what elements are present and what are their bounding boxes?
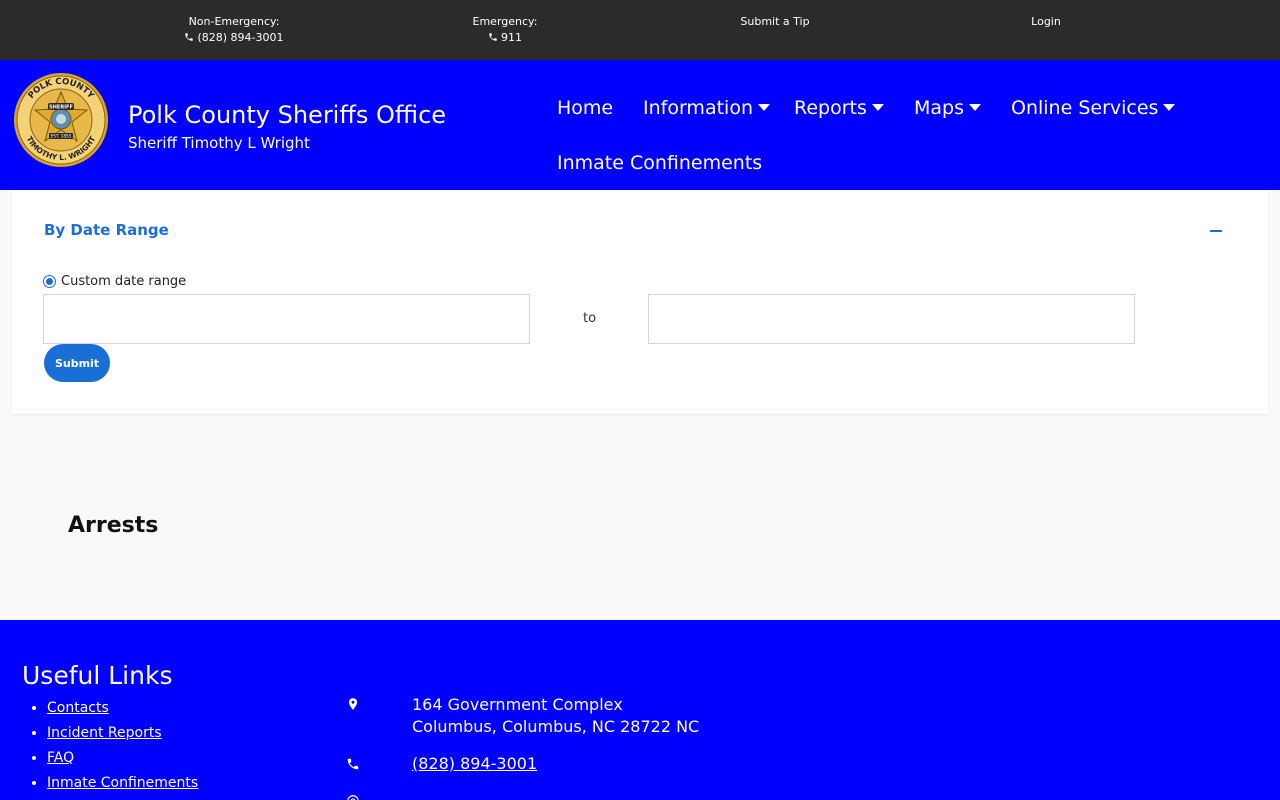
- footer-link-incident-reports[interactable]: Incident Reports: [47, 725, 162, 741]
- nav-online-services[interactable]: Online Services: [1011, 96, 1176, 120]
- site-header: SHERIFF EST. 1855 POLK COUNTY TIMOTHY L.…: [0, 60, 1280, 190]
- caret-down-icon: [1163, 104, 1176, 111]
- nav-reports-label: Reports: [794, 97, 867, 119]
- footer-link-contacts[interactable]: Contacts: [47, 700, 109, 716]
- phone-icon: [489, 33, 497, 41]
- svg-text:EST. 1855: EST. 1855: [51, 134, 72, 139]
- nav-online-services-label: Online Services: [1011, 97, 1159, 119]
- footer-phone-link[interactable]: (828) 894-3001: [412, 753, 537, 775]
- nav-information-label: Information: [643, 97, 753, 119]
- caret-down-icon: [871, 104, 884, 111]
- list-item: Inmate Confinements: [47, 771, 198, 796]
- to-label: to: [583, 311, 597, 326]
- custom-date-range-option[interactable]: Custom date range: [43, 274, 186, 289]
- phone-icon: [185, 33, 194, 41]
- submit-tip-link[interactable]: Submit a Tip: [685, 14, 865, 30]
- nav-reports[interactable]: Reports: [794, 96, 884, 120]
- custom-date-range-label: Custom date range: [61, 274, 187, 289]
- login-link[interactable]: Login: [956, 14, 1136, 30]
- list-item: Contacts: [47, 696, 198, 721]
- site-footer: Useful Links Contacts Incident Reports F…: [0, 620, 1280, 800]
- caret-down-icon: [969, 104, 981, 111]
- site-subtitle: Sheriff Timothy L Wright: [128, 134, 310, 152]
- useful-links-list: Contacts Incident Reports FAQ Inmate Con…: [47, 696, 198, 796]
- useful-links-heading: Useful Links: [22, 661, 173, 690]
- nav-information[interactable]: Information: [643, 96, 770, 120]
- footer-address: 164 Government Complex Columbus, Columbu…: [412, 694, 699, 738]
- nav-maps-label: Maps: [914, 97, 964, 119]
- collapse-minus-icon[interactable]: [1210, 230, 1222, 232]
- custom-date-range-radio[interactable]: [43, 275, 56, 288]
- emergency-phone: 911: [501, 31, 522, 44]
- emergency-label: Emergency:: [472, 15, 538, 28]
- list-item: Incident Reports: [47, 721, 198, 746]
- site-title[interactable]: Polk County Sheriffs Office: [128, 100, 446, 130]
- list-item: FAQ: [47, 746, 198, 771]
- address-line-1: 164 Government Complex: [412, 695, 623, 714]
- end-date-input[interactable]: [648, 294, 1135, 344]
- caret-down-icon: [757, 104, 770, 111]
- nav-inmate-confinements[interactable]: Inmate Confinements: [557, 151, 762, 175]
- top-bar: Non-Emergency: (828) 894-3001 Emergency:…: [0, 0, 1280, 60]
- non-emergency-contact[interactable]: Non-Emergency: (828) 894-3001: [144, 14, 324, 46]
- address-line-2: Columbus, Columbus, NC 28722 NC: [412, 717, 700, 736]
- footer-link-faq[interactable]: FAQ: [47, 750, 74, 766]
- nav-home[interactable]: Home: [557, 96, 613, 120]
- submit-button[interactable]: Submit: [44, 344, 110, 382]
- svg-text:SHERIFF: SHERIFF: [49, 105, 73, 111]
- map-marker-icon: [348, 698, 358, 710]
- arrests-heading: Arrests: [68, 513, 159, 538]
- at-sign-icon: [347, 795, 359, 800]
- footer-link-inmate-confinements[interactable]: Inmate Confinements: [47, 775, 198, 791]
- nav-maps[interactable]: Maps: [914, 96, 981, 120]
- phone-icon: [347, 758, 359, 770]
- sheriff-badge-logo[interactable]: SHERIFF EST. 1855 POLK COUNTY TIMOTHY L.…: [13, 72, 109, 168]
- date-range-panel: By Date Range Custom date range to Submi…: [12, 190, 1268, 414]
- non-emergency-label: Non-Emergency:: [188, 15, 280, 28]
- non-emergency-phone: (828) 894-3001: [197, 31, 284, 44]
- emergency-contact[interactable]: Emergency: 911: [415, 14, 595, 46]
- date-range-title[interactable]: By Date Range: [44, 221, 169, 239]
- start-date-input[interactable]: [43, 294, 530, 344]
